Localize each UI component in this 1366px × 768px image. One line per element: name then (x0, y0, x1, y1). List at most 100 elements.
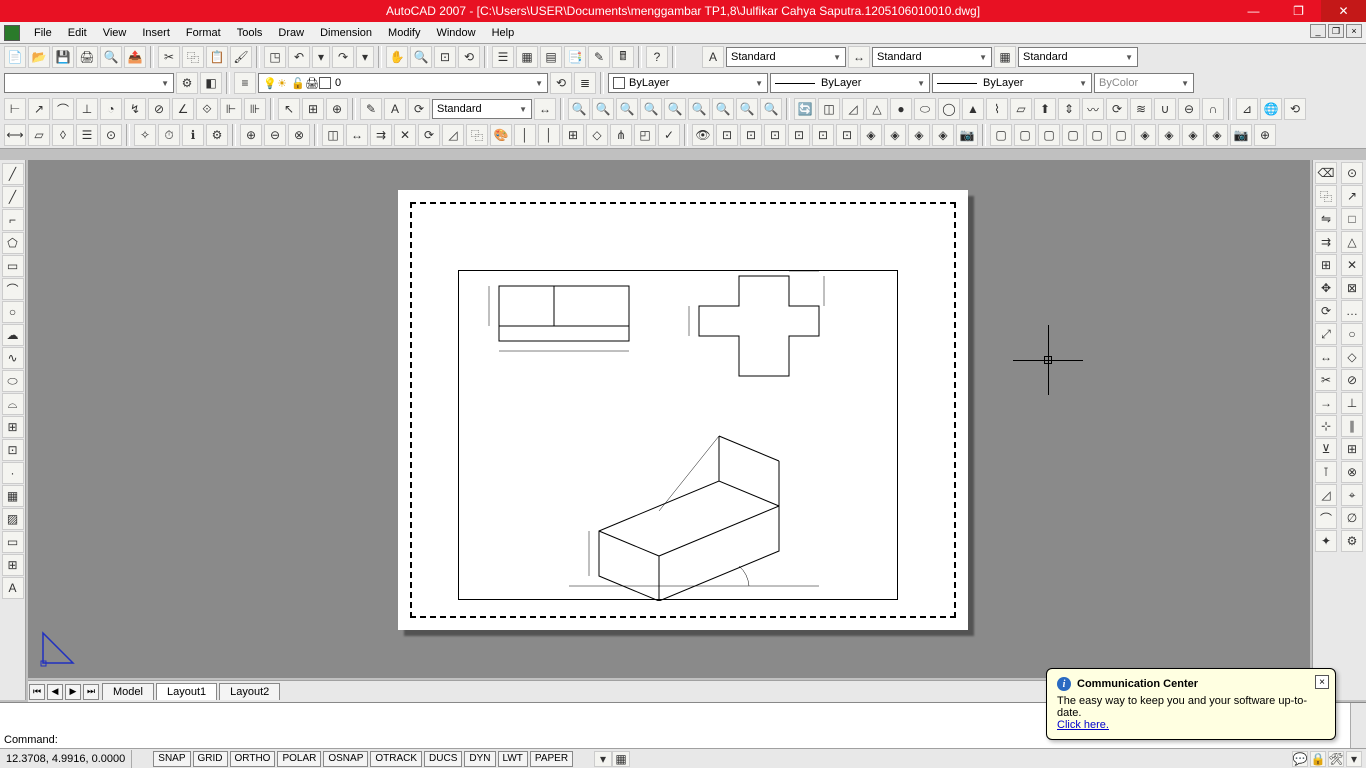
dim-style-manager-button[interactable]: ↔ (534, 98, 556, 120)
polyline-button[interactable]: ⌐ (2, 209, 24, 231)
text-style-dropdown[interactable]: Standard▼ (726, 47, 846, 67)
osnap-parallel-button[interactable]: ∥ (1341, 415, 1363, 437)
polygon-button[interactable]: ⬠ (2, 232, 24, 254)
trim-button[interactable]: ✂ (1315, 369, 1337, 391)
osnap-intersection-button[interactable]: ✕ (1341, 254, 1363, 276)
xline-button[interactable]: ╱ (2, 186, 24, 208)
dim-linear-button[interactable]: ⊢ (4, 98, 26, 120)
menu-view[interactable]: View (95, 25, 135, 41)
stretch-button[interactable]: ↔ (1315, 346, 1337, 368)
paper-toggle[interactable]: PAPER (530, 751, 573, 767)
menu-window[interactable]: Window (428, 25, 483, 41)
line-button[interactable]: ╱ (2, 163, 24, 185)
check-button[interactable]: ✓ (658, 124, 680, 146)
distance-button[interactable]: ⟷ (4, 124, 26, 146)
back-view-button[interactable]: ⊡ (836, 124, 858, 146)
dim-angular-button[interactable]: ∠ (172, 98, 194, 120)
union-button[interactable]: ∪ (1154, 98, 1176, 120)
insert-block-button[interactable]: ⊞ (2, 416, 24, 438)
dim-style-dropdown[interactable]: Standard▼ (872, 47, 992, 67)
clean-button[interactable]: ◇ (586, 124, 608, 146)
menu-file[interactable]: File (26, 25, 60, 41)
view-top2-button[interactable]: ▢ (990, 124, 1012, 146)
osnap-apparent-button[interactable]: ⊠ (1341, 277, 1363, 299)
break-button[interactable]: ⊻ (1315, 438, 1337, 460)
tab-model[interactable]: Model (102, 683, 154, 700)
point-button[interactable]: · (2, 462, 24, 484)
ucs-previous-button[interactable]: ⟲ (1284, 98, 1306, 120)
osnap-none-button[interactable]: ∅ (1341, 507, 1363, 529)
cut-button[interactable]: ✂ (158, 46, 180, 68)
top-view-button[interactable]: ⊡ (716, 124, 738, 146)
area-button[interactable]: ▱ (28, 124, 50, 146)
status-tray-button[interactable]: ▦ (612, 751, 630, 767)
menu-format[interactable]: Format (178, 25, 229, 41)
3d-rotate-button[interactable]: 🔄 (794, 98, 816, 120)
zoom-center-button[interactable]: 🔍 (640, 98, 662, 120)
view-nwiso2-button[interactable]: ◈ (1206, 124, 1228, 146)
dim-aligned-button[interactable]: ↗ (28, 98, 50, 120)
layer-dropdown[interactable]: 💡 ☀ 🔓 🖨 0▼ (258, 73, 548, 93)
gradient-button[interactable]: ▨ (2, 508, 24, 530)
tab-layout1[interactable]: Layout1 (156, 683, 217, 700)
nw-iso-button[interactable]: ◈ (932, 124, 954, 146)
rotate-button[interactable]: ⟳ (1315, 300, 1337, 322)
right-view-button[interactable]: ⊡ (788, 124, 810, 146)
list-button[interactable]: ☰ (76, 124, 98, 146)
match-properties-button[interactable]: 🖌 (230, 46, 252, 68)
view-right2-button[interactable]: ▢ (1062, 124, 1084, 146)
box-button[interactable]: ◫ (818, 98, 840, 120)
osnap-center-button[interactable]: ○ (1341, 323, 1363, 345)
osnap-midpoint-button[interactable]: △ (1341, 231, 1363, 253)
taper-face-button[interactable]: ◿ (442, 124, 464, 146)
sweep-button[interactable]: 〰 (1082, 98, 1104, 120)
copy-face-button[interactable]: ⿻ (466, 124, 488, 146)
dim-edit-button[interactable]: ✎ (360, 98, 382, 120)
zoom-window2-button[interactable]: 🔍 (568, 98, 590, 120)
zoom-scale-button[interactable]: 🔍 (616, 98, 638, 120)
linetype-dropdown[interactable]: ByLayer▼ (770, 73, 930, 93)
join-button[interactable]: ⊺ (1315, 461, 1337, 483)
menu-draw[interactable]: Draw (270, 25, 312, 41)
dim-arc-button[interactable]: ⌒ (52, 98, 74, 120)
view-neiso2-button[interactable]: ◈ (1182, 124, 1204, 146)
coords-display[interactable]: 12.3708, 4.9916, 0.0000 (0, 750, 132, 768)
camera-button[interactable]: 📷 (956, 124, 978, 146)
workspace-dropdown[interactable]: ▼ (4, 73, 174, 93)
break-at-point-button[interactable]: ⊹ (1315, 415, 1337, 437)
paste-button[interactable]: 📋 (206, 46, 228, 68)
cylinder-button[interactable]: ⬭ (914, 98, 936, 120)
osnap-settings-button[interactable]: ⚙ (1341, 530, 1363, 552)
pyramid-button[interactable]: ▲ (962, 98, 984, 120)
tool-palettes-button[interactable]: ▤ (540, 46, 562, 68)
ellipse-button[interactable]: ⬭ (2, 370, 24, 392)
plot-preview-button[interactable]: 🔍 (100, 46, 122, 68)
revolve-button[interactable]: ⟳ (1106, 98, 1128, 120)
dim-ordinate-button[interactable]: ⊥ (76, 98, 98, 120)
view-bottom2-button[interactable]: ▢ (1014, 124, 1036, 146)
time-button[interactable]: ⏱ (158, 124, 180, 146)
redo-button[interactable]: ↷ (332, 46, 354, 68)
zoom-window-button[interactable]: ⊡ (434, 46, 456, 68)
plot-button[interactable]: 🖨 (76, 46, 98, 68)
front-view-button[interactable]: ⊡ (812, 124, 834, 146)
id-button[interactable]: ✧ (134, 124, 156, 146)
dim-continue-button[interactable]: ⊪ (244, 98, 266, 120)
menu-dimension[interactable]: Dimension (312, 25, 380, 41)
color-edge-button[interactable]: │ (538, 124, 560, 146)
extrude-face-button[interactable]: ◫ (322, 124, 344, 146)
sheet-set-button[interactable]: 📑 (564, 46, 586, 68)
delete-face-button[interactable]: ✕ (394, 124, 416, 146)
osnap-from-button[interactable]: ↗ (1341, 185, 1363, 207)
status-grip-button[interactable]: ▾ (594, 751, 612, 767)
layer-previous-button[interactable]: ⟲ (550, 72, 572, 94)
grid-toggle[interactable]: GRID (193, 751, 228, 767)
workspace-settings-button[interactable]: ⚙ (176, 72, 198, 94)
tab-next-button[interactable]: ▶ (65, 684, 81, 700)
move-button[interactable]: ✥ (1315, 277, 1337, 299)
extend-button[interactable]: → (1315, 392, 1337, 414)
zoom-in-button[interactable]: 🔍 (688, 98, 710, 120)
zoom-dynamic-button[interactable]: 🔍 (592, 98, 614, 120)
table-button[interactable]: ⊞ (2, 554, 24, 576)
subtract2-button[interactable]: ⊖ (264, 124, 286, 146)
